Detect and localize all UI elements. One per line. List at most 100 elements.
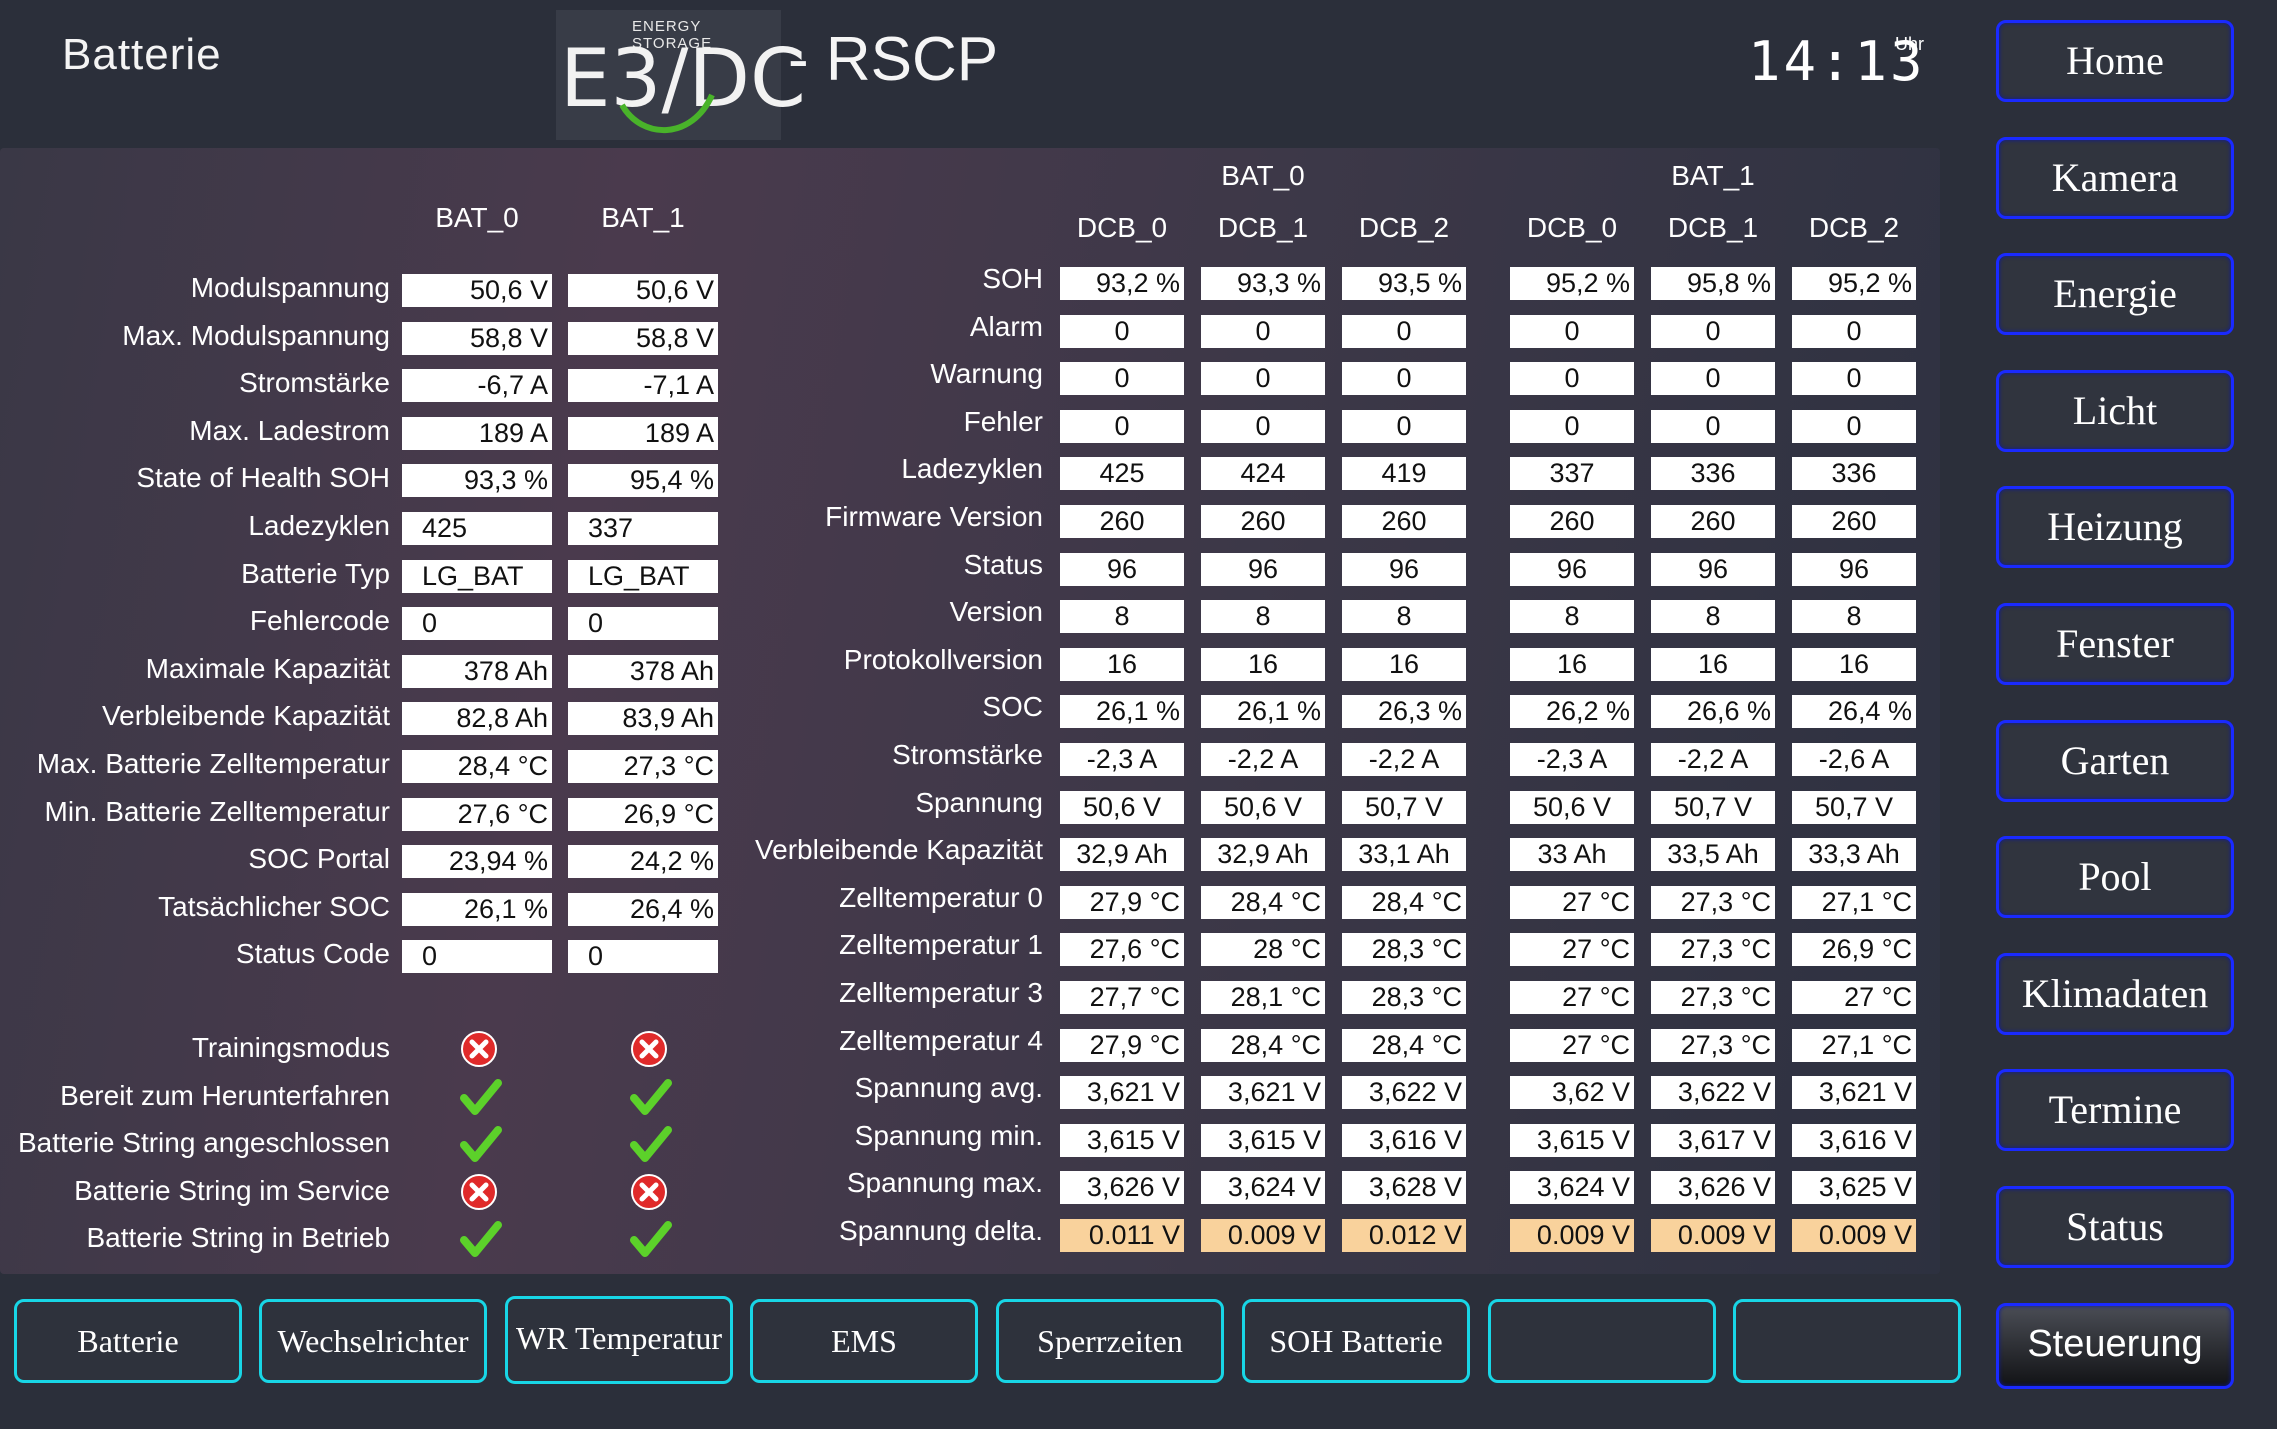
value-field: 419	[1342, 457, 1466, 491]
row-label: Spannung min.	[854, 1119, 1043, 1151]
nav-button-licht[interactable]: Licht	[1996, 369, 2234, 452]
tab-batterie[interactable]: Batterie	[14, 1299, 242, 1383]
row-label: Spannung max.	[846, 1167, 1043, 1199]
value-field: 260	[1060, 505, 1184, 538]
value-field: 260	[1651, 505, 1775, 538]
value-field: 58,8 V	[568, 321, 718, 355]
row-label: Batterie Typ	[241, 557, 390, 589]
value-field: 50,7 V	[1651, 790, 1775, 824]
value-field: 3,621 V	[1201, 1076, 1325, 1110]
nav-button-home[interactable]: Home	[1996, 20, 2234, 102]
tab-soh-batterie[interactable]: SOH Batterie	[1242, 1299, 1470, 1383]
value-field: 0	[1651, 409, 1775, 443]
value-field: 0	[1510, 362, 1634, 396]
tab-empty[interactable]	[1488, 1299, 1716, 1383]
nav-button-kamera[interactable]: Kamera	[1996, 136, 2234, 219]
dcb-column-header: DCB_1	[1217, 212, 1309, 243]
value-field: 0	[568, 940, 718, 974]
value-field: 3,62 V	[1510, 1076, 1634, 1110]
tab-wechselrichter[interactable]: Wechselrichter	[259, 1299, 487, 1383]
row-label: Verbleibende Kapazität	[102, 700, 390, 732]
row-label: Spannung	[915, 786, 1043, 818]
tab-wr-temperatur[interactable]: WR Temperatur	[505, 1296, 733, 1384]
row-label: Stromstärke	[892, 739, 1043, 770]
value-field: 3,616 V	[1342, 1123, 1466, 1157]
row-label: State of Health SOH	[136, 462, 390, 494]
value-field: 16	[1510, 647, 1634, 681]
value-field: 26,9 °C	[568, 797, 718, 831]
value-field: 260	[1792, 505, 1916, 538]
left-column-header: BAT_0	[435, 202, 519, 233]
value-field: 96	[1342, 552, 1466, 586]
value-field: 93,5 %	[1342, 267, 1466, 300]
row-label: Fehlercode	[249, 605, 390, 637]
app-title: - RSCP	[788, 25, 999, 94]
value-field: 27,7 °C	[1060, 981, 1184, 1014]
value-field: 16	[1792, 647, 1916, 681]
value-field: 0	[1060, 314, 1184, 348]
tab-ems[interactable]: EMS	[750, 1299, 978, 1383]
value-field: 27,6 °C	[1060, 933, 1184, 967]
nav-button-termine[interactable]: Termine	[1996, 1069, 2234, 1152]
logo-swirl-icon	[619, 93, 715, 133]
value-field: 0.009 V	[1510, 1219, 1634, 1252]
value-field: 3,626 V	[1651, 1171, 1775, 1205]
value-field: 0	[1510, 409, 1634, 443]
value-field: 27,3 °C	[1651, 933, 1775, 967]
row-label: Warnung	[930, 358, 1043, 390]
row-label: Spannung delta.	[839, 1215, 1043, 1246]
value-field: 33 Ah	[1510, 838, 1634, 872]
nav-button-steuerung[interactable]: Steuerung	[1996, 1302, 2234, 1389]
value-field: 425	[1060, 457, 1184, 491]
value-field: 27 °C	[1510, 1028, 1634, 1062]
cross-icon	[460, 1173, 498, 1211]
value-field: 96	[1060, 552, 1184, 586]
cross-icon	[460, 1030, 498, 1068]
value-field: -2,3 A	[1510, 743, 1634, 776]
row-label: Ladezyklen	[901, 453, 1043, 485]
nav-button-klimadaten[interactable]: Klimadaten	[1996, 952, 2234, 1035]
value-field: 336	[1651, 457, 1775, 491]
value-field: 96	[1510, 552, 1634, 586]
check-icon	[460, 1220, 502, 1258]
dcb-column-header: DCB_0	[1526, 212, 1618, 243]
value-field: 93,2 %	[1060, 267, 1184, 300]
tab-empty[interactable]	[1733, 1299, 1961, 1383]
nav-button-energie[interactable]: Energie	[1996, 253, 2234, 336]
row-label: Zelltemperatur 0	[839, 881, 1043, 913]
value-field: 16	[1060, 647, 1184, 681]
value-field: 3,625 V	[1792, 1171, 1916, 1205]
row-label: Min. Batterie Zelltemperatur	[44, 795, 390, 827]
value-field: 26,1 %	[1201, 695, 1325, 729]
nav-button-fenster[interactable]: Fenster	[1996, 603, 2234, 685]
value-field: 27,6 °C	[402, 797, 552, 831]
value-field: 8	[1060, 600, 1184, 634]
value-field: 27,3 °C	[1651, 1028, 1775, 1062]
value-field: 0	[1342, 314, 1466, 348]
value-field: 260	[1510, 505, 1634, 538]
nav-button-status[interactable]: Status	[1996, 1186, 2234, 1268]
cross-icon	[630, 1030, 668, 1068]
value-field: 260	[1342, 505, 1466, 538]
value-field: 8	[1651, 600, 1775, 634]
value-field: 0	[1342, 409, 1466, 443]
row-label: Verbleibende Kapazität	[755, 834, 1043, 866]
value-field: -2,3 A	[1060, 743, 1184, 776]
check-icon	[630, 1220, 672, 1258]
value-field: 0	[1342, 362, 1466, 396]
value-field: 28,1 °C	[1201, 981, 1325, 1014]
status-label: Trainingsmodus	[191, 1032, 390, 1063]
value-field: 3,617 V	[1651, 1123, 1775, 1157]
value-field: 0	[1201, 314, 1325, 348]
value-field: LG_BAT	[402, 559, 552, 593]
value-field: -2,2 A	[1651, 743, 1775, 776]
nav-button-heizung[interactable]: Heizung	[1996, 486, 2234, 569]
value-field: 16	[1201, 647, 1325, 681]
value-field: 425	[402, 512, 552, 545]
value-field: 189 A	[402, 416, 552, 450]
value-field: 83,9 Ah	[568, 702, 718, 736]
tab-sperrzeiten[interactable]: Sperrzeiten	[996, 1299, 1224, 1383]
value-field: 50,6 V	[1060, 790, 1184, 824]
nav-button-garten[interactable]: Garten	[1996, 719, 2234, 802]
nav-button-pool[interactable]: Pool	[1996, 836, 2234, 919]
